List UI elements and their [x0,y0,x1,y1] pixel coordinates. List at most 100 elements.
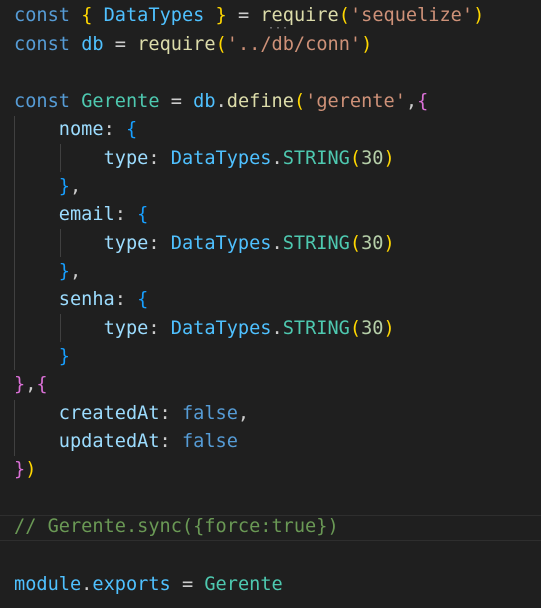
colon: : [114,204,126,225]
keyword-const: const [14,34,70,55]
function-require: require [260,5,339,26]
member-string: STRING [282,233,350,254]
code-line-21[interactable]: module.exports = Gerente [14,571,283,599]
comma: , [25,374,37,395]
code-line-10[interactable]: }, [14,258,81,286]
property-type: type [103,318,149,339]
code-line-1[interactable]: const { DataTypes } = require('sequelize… [14,2,484,30]
property-email: email [58,204,115,225]
operator: = [170,91,182,112]
string-gerente: 'gerente' [305,91,406,112]
code-editor[interactable]: ··· const { DataTypes } = require('seque… [0,0,541,608]
identifier-gerente: Gerente [81,91,160,112]
property-updatedat: updatedAt [58,431,160,452]
comma: , [237,403,250,424]
bracket: { [81,5,93,26]
code-line-8[interactable]: email: { [14,201,149,229]
code-line-19[interactable]: // Gerente.sync({force:true}) [14,513,339,541]
dot: . [215,91,227,112]
code-line-6[interactable]: type: DataTypes.STRING(30) [14,145,395,173]
bracket: } [58,346,70,367]
colon: : [148,148,160,169]
identifier-db: db [81,34,104,55]
comma: , [405,91,418,112]
code-line-5[interactable]: nome: { [14,116,137,144]
bracket: ( [293,91,306,112]
code-line-9[interactable]: type: DataTypes.STRING(30) [14,230,395,258]
bracket: ) [383,148,395,169]
identifier-datatypes: DataTypes [170,148,272,169]
colon: : [159,431,171,452]
bracket: } [14,374,26,395]
operator: = [181,574,194,595]
bracket: ( [349,233,362,254]
bracket: { [36,374,48,395]
code-line-2[interactable]: const db = require('../db/conn') [14,31,372,59]
identifier-module: module [14,574,82,595]
bracket: } [58,176,70,197]
identifier-gerente: Gerente [204,574,283,595]
comment: // Gerente.sync({force:true}) [14,516,339,537]
member-string: STRING [282,318,350,339]
code-line-13[interactable]: } [14,343,70,371]
property-type: type [103,233,149,254]
bracket: } [14,459,26,480]
code-line-17[interactable]: }) [14,456,36,484]
operator: = [114,34,126,55]
number-30: 30 [361,318,384,339]
bracket: ) [473,5,485,26]
comma: , [69,176,82,197]
function-define: define [226,91,294,112]
code-line-12[interactable]: type: DataTypes.STRING(30) [14,315,395,343]
bracket: { [417,91,429,112]
property-senha: senha [58,289,115,310]
bracket: ) [25,459,37,480]
identifier-db: db [193,91,216,112]
code-line-11[interactable]: senha: { [14,286,149,314]
bracket: { [137,289,149,310]
keyword-const: const [14,91,70,112]
number-30: 30 [361,148,384,169]
property-nome: nome [58,119,104,140]
dot: . [81,574,93,595]
code-line-14[interactable]: },{ [14,371,48,399]
code-line-7[interactable]: }, [14,173,81,201]
string-conn: '../db/conn' [226,34,362,55]
bracket: { [125,119,138,140]
bracket: ( [215,34,227,55]
code-line-15[interactable]: createdAt: false, [14,400,249,428]
number-30: 30 [361,233,384,254]
colon: : [148,233,160,254]
identifier-exports: exports [92,574,171,595]
keyword-false: false [181,431,238,452]
property-createdat: createdAt [58,403,160,424]
colon: : [159,403,171,424]
keyword-const: const [14,5,70,26]
bracket: ( [338,5,350,26]
member-string: STRING [282,148,350,169]
bracket: ) [383,318,395,339]
colon: : [114,289,126,310]
identifier-datatypes: DataTypes [170,318,272,339]
dot: . [271,318,283,339]
bracket: ( [349,318,362,339]
bracket: ( [349,148,362,169]
bracket: } [58,261,70,282]
colon: : [148,318,160,339]
operator: = [237,5,250,26]
string-sequelize: 'sequelize' [349,5,474,26]
dot: . [271,148,283,169]
property-type: type [103,148,149,169]
bracket: ) [361,34,373,55]
code-line-16[interactable]: updatedAt: false [14,428,238,456]
code-line-4[interactable]: const Gerente = db.define('gerente',{ [14,88,428,116]
keyword-false: false [181,403,238,424]
bracket: ) [383,233,395,254]
comma: , [69,261,82,282]
identifier-datatypes: DataTypes [103,5,205,26]
bracket: } [215,5,227,26]
identifier-datatypes: DataTypes [170,233,272,254]
dot: . [271,233,283,254]
bracket: { [137,204,149,225]
colon: : [103,119,115,140]
